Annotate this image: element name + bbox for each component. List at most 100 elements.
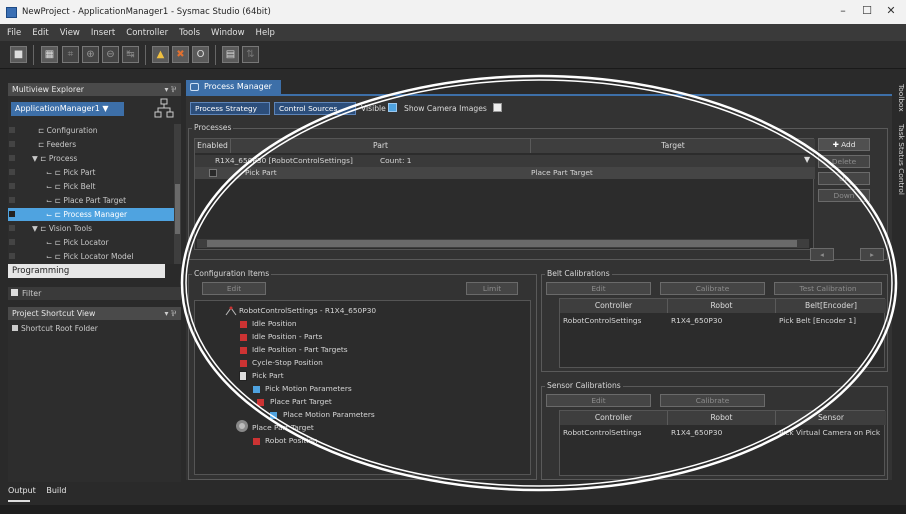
zoom-out-icon[interactable]: ⊖: [102, 46, 119, 63]
show-camera-checkbox[interactable]: [493, 103, 502, 112]
menu-view[interactable]: View: [60, 28, 80, 38]
application-selector[interactable]: ApplicationManager1 ▼: [11, 102, 124, 116]
enabled-checkbox[interactable]: [209, 169, 217, 177]
error-icon[interactable]: ✖: [172, 46, 189, 63]
tree-item-process[interactable]: ▼ ⊏ Process: [8, 152, 174, 165]
config-item[interactable]: Place Part Target: [252, 422, 314, 434]
tab-process-manager[interactable]: Process Manager ✕: [186, 80, 281, 105]
tree-item-feeders[interactable]: ⊏ Feeders: [8, 138, 174, 151]
shortcut-root-folder[interactable]: Shortcut Root Folder: [12, 324, 98, 333]
processes-hscrollbar[interactable]: [197, 239, 809, 248]
tree-item-configuration[interactable]: ⊏ Configuration: [8, 124, 174, 137]
table-row[interactable]: RobotControlSettings R1X4_650P30 Pick Be…: [560, 315, 886, 327]
config-item[interactable]: Robot Position: [265, 435, 318, 447]
config-edit-button[interactable]: Edit: [202, 282, 266, 295]
hierarchy-icon[interactable]: [154, 98, 174, 120]
folder-icon: [12, 325, 18, 331]
tab-build[interactable]: Build: [46, 486, 66, 495]
warning-icon[interactable]: ▲: [152, 46, 169, 63]
table-row[interactable]: Pick Part Place Part Target: [195, 167, 815, 179]
menu-bar: File Edit View Insert Controller Tools W…: [0, 24, 906, 41]
sensor-calibrate-button[interactable]: Calibrate: [660, 394, 765, 407]
tree-item-vision-tools[interactable]: ▼ ⊏ Vision Tools: [8, 222, 174, 235]
scroll-thumb[interactable]: [207, 240, 797, 247]
process-strategy-button[interactable]: Process Strategy: [190, 102, 270, 115]
zoom-in-icon[interactable]: ⊕: [82, 46, 99, 63]
tree-gutter-mark: [9, 211, 15, 217]
tree-item-pick-locator-model[interactable]: ⌙ ⊏ Pick Locator Model: [8, 250, 174, 263]
config-item[interactable]: Cycle-Stop Position: [252, 357, 323, 369]
tab-output[interactable]: Output: [8, 486, 36, 495]
header-belt-encoder[interactable]: Belt[Encoder]: [776, 299, 886, 313]
belt-test-calibration-button[interactable]: Test Calibration: [774, 282, 882, 295]
header-sensor[interactable]: Sensor: [776, 411, 886, 425]
expand-chevron-icon[interactable]: ▼: [804, 155, 810, 164]
menu-tools[interactable]: Tools: [179, 28, 200, 38]
pin-icon[interactable]: ▾ ⅌: [165, 307, 177, 320]
config-item[interactable]: Idle Position: [252, 318, 297, 330]
pin-icon[interactable]: ▾ ⅌: [165, 83, 177, 96]
header-robot[interactable]: Robot: [668, 411, 776, 425]
fit-icon[interactable]: ⌗: [62, 46, 79, 63]
tree-item-process-manager[interactable]: ⌙ ⊏ Process Manager: [8, 208, 174, 221]
config-item[interactable]: Pick Part: [252, 370, 284, 382]
save-icon[interactable]: ■: [10, 46, 27, 63]
menu-help[interactable]: Help: [256, 28, 275, 38]
programming-section[interactable]: Programming: [8, 264, 165, 278]
visible-checkbox[interactable]: [388, 103, 397, 112]
toolbox-tab[interactable]: Toolbox: [897, 84, 906, 112]
task-status-control-tab[interactable]: Task Status Control: [897, 124, 906, 195]
tree-item-pick-part[interactable]: ⌙ ⊏ Pick Part: [8, 166, 174, 179]
config-limit-button[interactable]: Limit: [466, 282, 518, 295]
tree-scrollbar[interactable]: [174, 124, 181, 264]
config-item[interactable]: Idle Position - Part Targets: [252, 344, 348, 356]
up-button[interactable]: Up: [818, 172, 870, 185]
delete-button[interactable]: Delete: [818, 155, 870, 168]
config-item[interactable]: Idle Position - Parts: [252, 331, 322, 343]
tree-scroll-thumb[interactable]: [175, 184, 180, 234]
filter-bar[interactable]: Filter: [8, 287, 181, 300]
config-item[interactable]: RobotControlSettings - R1X4_650P30: [239, 305, 376, 317]
header-target[interactable]: Target: [531, 139, 815, 153]
transfer-icon[interactable]: ⇅: [242, 46, 259, 63]
close-button[interactable]: ✕: [876, 4, 906, 20]
add-button[interactable]: ✚ Add: [818, 138, 870, 151]
menu-controller[interactable]: Controller: [126, 28, 168, 38]
menu-window[interactable]: Window: [211, 28, 245, 38]
tree-item-label: ⌙ ⊏ Pick Locator Model: [46, 252, 134, 261]
belt-edit-button[interactable]: Edit: [546, 282, 651, 295]
process-group-row[interactable]: R1X4_650P30 [RobotControlSettings] Count…: [195, 155, 815, 167]
menu-edit[interactable]: Edit: [32, 28, 48, 38]
menu-insert[interactable]: Insert: [91, 28, 115, 38]
right-dock-strip: Toolbox Task Status Control: [896, 80, 906, 480]
tree-item-place-part-target[interactable]: ⌙ ⊏ Place Part Target: [8, 194, 174, 207]
zoom-reset-icon[interactable]: ↹: [122, 46, 139, 63]
programming-label: Programming: [12, 266, 70, 276]
motion-icon: [253, 386, 260, 393]
group-count: Count: 1: [380, 156, 412, 165]
part-icon: [239, 371, 247, 381]
header-enabled[interactable]: Enabled: [195, 139, 231, 153]
header-controller[interactable]: Controller: [560, 299, 668, 313]
menu-file[interactable]: File: [7, 28, 21, 38]
tree-item-pick-locator[interactable]: ⌙ ⊏ Pick Locator: [8, 236, 174, 249]
scroll-left-button[interactable]: ◂: [810, 248, 834, 261]
header-controller[interactable]: Controller: [560, 411, 668, 425]
header-robot[interactable]: Robot: [668, 299, 776, 313]
belt-calibrate-button[interactable]: Calibrate: [660, 282, 765, 295]
scroll-right-button[interactable]: ▸: [860, 248, 884, 261]
grid-icon[interactable]: ▦: [41, 46, 58, 63]
tree-gutter-mark: [9, 253, 15, 259]
config-item[interactable]: Place Motion Parameters: [283, 409, 375, 421]
config-item[interactable]: Pick Motion Parameters: [265, 383, 352, 395]
tree-item-pick-belt[interactable]: ⌙ ⊏ Pick Belt: [8, 180, 174, 193]
config-item[interactable]: Place Part Target: [270, 396, 332, 408]
header-part[interactable]: Part: [231, 139, 531, 153]
build-icon[interactable]: ▤: [222, 46, 239, 63]
down-button[interactable]: Down: [818, 189, 870, 202]
online-icon[interactable]: O: [192, 46, 209, 63]
control-sources-button[interactable]: Control Sources: [274, 102, 356, 115]
sensor-edit-button[interactable]: Edit: [546, 394, 651, 407]
table-row[interactable]: RobotControlSettings R1X4_650P30 Pick Vi…: [560, 427, 886, 439]
toolbar-separator: [145, 45, 146, 65]
